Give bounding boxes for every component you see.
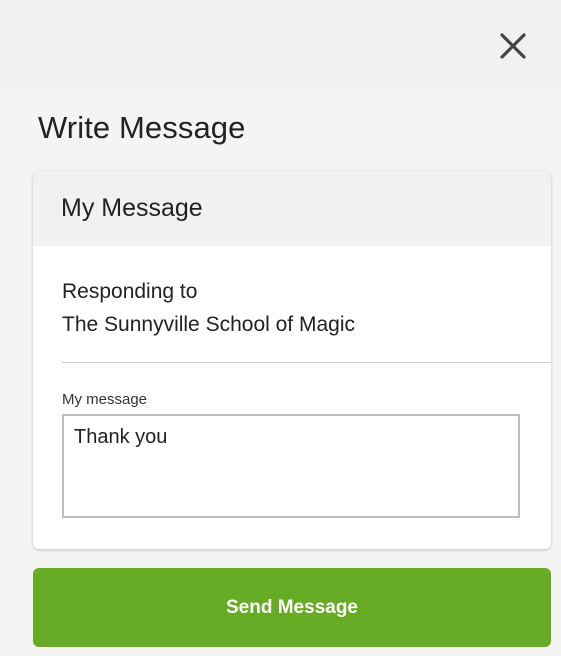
divider [62, 362, 551, 363]
page-title: Write Message [38, 110, 246, 145]
responding-label: Responding to [62, 280, 198, 303]
card-title: My Message [61, 194, 203, 222]
message-label: My message [62, 391, 148, 408]
responding-recipient: The Sunnyville School of Magic [62, 313, 355, 336]
responding-info: Responding to The Sunnyville School of M… [62, 275, 355, 341]
send-message-button[interactable]: Send Message [33, 568, 551, 647]
card-header: My Message [33, 171, 551, 246]
top-bar [0, 0, 561, 88]
close-button[interactable] [493, 26, 533, 66]
message-card: My Message Responding to The Sunnyville … [33, 171, 551, 549]
message-textarea[interactable]: Thank you [62, 414, 520, 518]
close-icon [500, 33, 526, 59]
